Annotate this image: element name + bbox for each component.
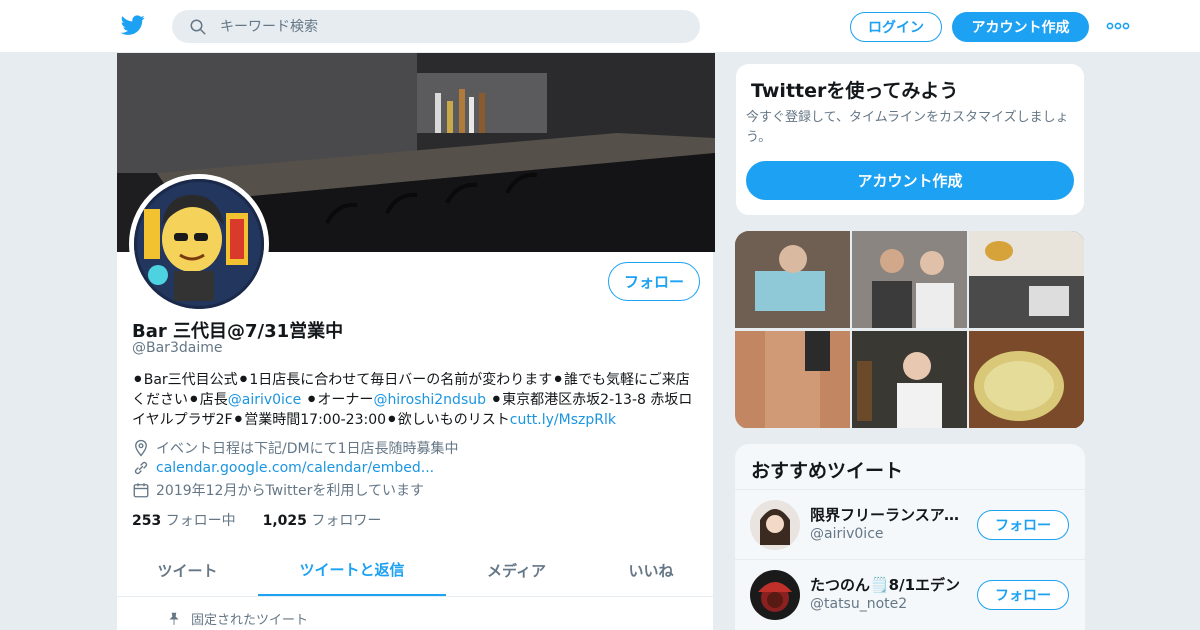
pin-icon <box>169 612 179 625</box>
avatar[interactable] <box>750 500 800 550</box>
following-count: 253 <box>132 513 162 529</box>
website-link[interactable]: calendar.google.com/calendar/embed... <box>156 460 434 476</box>
signup-card: Twitterを使ってみよう 今すぐ登録して、タイムラインをカスタマイズしましょ… <box>735 63 1085 216</box>
recommended-item[interactable]: 限界フリーランスアイリ @airiv0ice フォロー <box>735 489 1085 559</box>
tab-likes[interactable]: いいね <box>587 544 715 596</box>
tab-tweets-and-replies[interactable]: ツイートと返信 <box>258 544 446 596</box>
follow-button[interactable]: フォロー <box>977 580 1069 610</box>
followers-stat[interactable]: 1,025 フォロワー <box>263 513 382 529</box>
signup-button[interactable]: アカウント作成 <box>952 12 1089 42</box>
search-icon <box>190 19 206 35</box>
joined-text: 2019年12月からTwitterを利用しています <box>156 483 424 499</box>
profile-bio: ⚫︎Bar三代目公式⚫︎1日店長に合わせて毎日バーの名前が変わります⚫誰でも気軽… <box>132 370 702 430</box>
profile-joined: 2019年12月からTwitterを利用しています <box>132 480 424 500</box>
profile-column: フォロー Bar 三代目@7/31営業中 @Bar3daime ⚫︎Bar三代目… <box>116 53 715 630</box>
signup-card-text: 今すぐ登録して、タイムラインをカスタマイズしましょう。 <box>746 110 1069 145</box>
media-thumbnail[interactable] <box>852 231 967 328</box>
bio-url-link[interactable]: cutt.ly/MszpRlk <box>510 412 616 428</box>
tab-media[interactable]: メディア <box>446 544 587 596</box>
profile-location: イベント日程は下記/DMにて1日店長随時募集中 <box>132 438 458 458</box>
top-navigation-bar: ログイン アカウント作成 <box>0 0 1200 53</box>
media-thumbnail[interactable] <box>969 231 1084 328</box>
profile-tabs: ツイート ツイートと返信 メディア いいね <box>117 544 715 597</box>
media-thumbnail[interactable] <box>969 331 1084 428</box>
bio-mention-link[interactable]: @airiv0ice <box>228 392 302 408</box>
link-icon <box>134 461 148 475</box>
pinned-text: 固定されたツイート <box>191 613 309 628</box>
calendar-icon <box>133 483 149 498</box>
follow-button[interactable]: フォロー <box>608 262 700 301</box>
search-input[interactable] <box>220 10 680 43</box>
profile-handle[interactable]: @Bar3daime <box>132 340 222 356</box>
tab-tweets[interactable]: ツイート <box>117 544 258 596</box>
search-box[interactable] <box>172 10 700 43</box>
bio-mention-link[interactable]: @hiroshi2ndsub <box>373 392 486 408</box>
recommended-item[interactable]: たつのん🗒️8/1エデン @tatsu_note2 フォロー <box>735 559 1085 629</box>
recommended-title: おすすめツイート <box>751 460 904 482</box>
media-thumbnail[interactable] <box>735 231 850 328</box>
profile-stats: 253 フォロー中 1,025 フォロワー <box>132 510 381 530</box>
followers-label: フォロワー <box>311 513 382 529</box>
signup-card-title: Twitterを使ってみよう <box>751 80 959 102</box>
twitter-bird-icon[interactable] <box>120 13 146 37</box>
recommended-handle: @tatsu_note2 <box>810 596 908 612</box>
profile-website[interactable]: calendar.google.com/calendar/embed... <box>132 459 434 477</box>
pinned-tweet-label: 固定されたツイート <box>167 609 308 628</box>
recommended-tweets: おすすめツイート 限界フリーランスアイリ @airiv0ice フォロー たつの… <box>735 444 1085 630</box>
avatar[interactable] <box>750 570 800 620</box>
login-button[interactable]: ログイン <box>850 12 942 42</box>
bio-text: ⚫︎オーナー <box>301 392 374 408</box>
recommended-name[interactable]: たつのん🗒️8/1エデン <box>810 574 965 595</box>
signup-card-button[interactable]: アカウント作成 <box>746 161 1074 200</box>
media-thumbnail[interactable] <box>735 331 850 428</box>
recommended-handle: @airiv0ice <box>810 526 884 542</box>
media-thumbnail[interactable] <box>852 331 967 428</box>
following-label: フォロー中 <box>165 513 236 529</box>
following-stat[interactable]: 253 フォロー中 <box>132 513 236 529</box>
media-grid <box>735 231 1085 429</box>
more-dots-icon[interactable] <box>1106 20 1130 32</box>
location-pin-icon <box>135 439 147 457</box>
followers-count: 1,025 <box>262 513 307 529</box>
location-text: イベント日程は下記/DMにて1日店長随時募集中 <box>156 441 459 457</box>
follow-button[interactable]: フォロー <box>977 510 1069 540</box>
recommended-name[interactable]: 限界フリーランスアイリ <box>810 504 965 525</box>
profile-avatar[interactable] <box>129 174 269 314</box>
